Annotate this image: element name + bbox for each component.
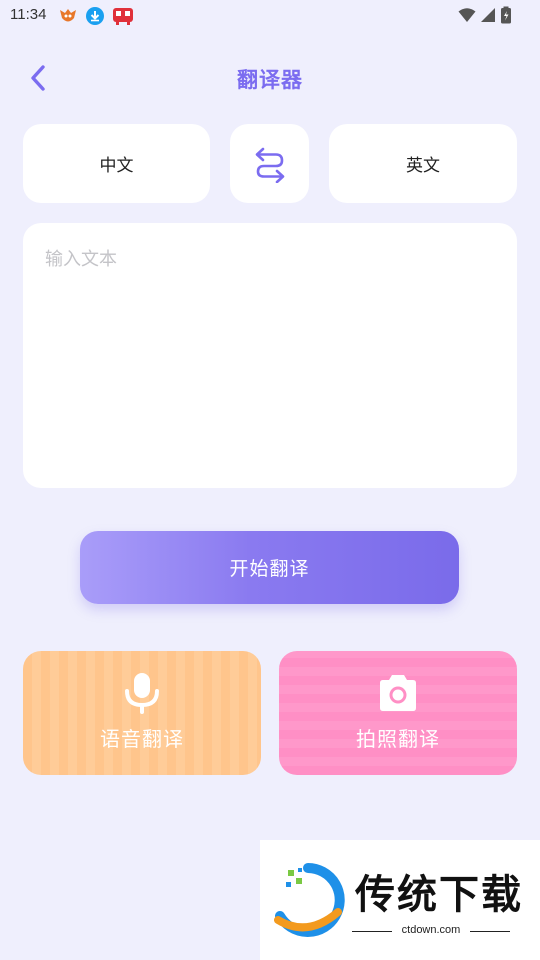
app-notification-icon — [60, 9, 76, 22]
watermark: 传统下载 ctdown.com — [260, 840, 540, 960]
wifi-icon — [458, 8, 476, 22]
watermark-logo-icon — [274, 863, 345, 937]
watermark-url: ctdown.com — [401, 924, 461, 936]
voice-translate-button[interactable]: 语音翻译 — [23, 651, 261, 775]
cellular-signal-icon — [481, 8, 495, 22]
status-time: 11:34 — [10, 6, 47, 23]
download-notification-icon — [86, 7, 104, 25]
status-indicators — [458, 6, 512, 24]
photo-translate-button[interactable]: 拍照翻译 — [279, 651, 517, 775]
app-notification-icon — [113, 8, 133, 25]
camera-icon — [380, 674, 416, 711]
battery-icon — [501, 6, 511, 24]
watermark-text: 传统下载 — [355, 872, 523, 918]
status-bar: 11:34 — [0, 0, 540, 32]
voice-translate-label: 语音翻译 — [100, 726, 184, 751]
source-language-label: 中文 — [99, 156, 134, 176]
source-language-selector[interactable]: 中文 — [23, 124, 210, 203]
text-input-container — [23, 223, 517, 488]
watermark-divider — [470, 931, 510, 932]
app-header: 翻译器 — [0, 52, 540, 104]
text-input[interactable] — [45, 245, 495, 466]
swap-languages-button[interactable] — [230, 124, 309, 203]
photo-translate-label: 拍照翻译 — [356, 726, 440, 751]
page-title: 翻译器 — [237, 68, 303, 92]
start-translate-button[interactable]: 开始翻译 — [80, 531, 459, 604]
swap-icon — [255, 147, 284, 183]
target-language-selector[interactable]: 英文 — [329, 124, 517, 203]
target-language-label: 英文 — [406, 156, 440, 176]
microphone-icon — [125, 672, 159, 714]
